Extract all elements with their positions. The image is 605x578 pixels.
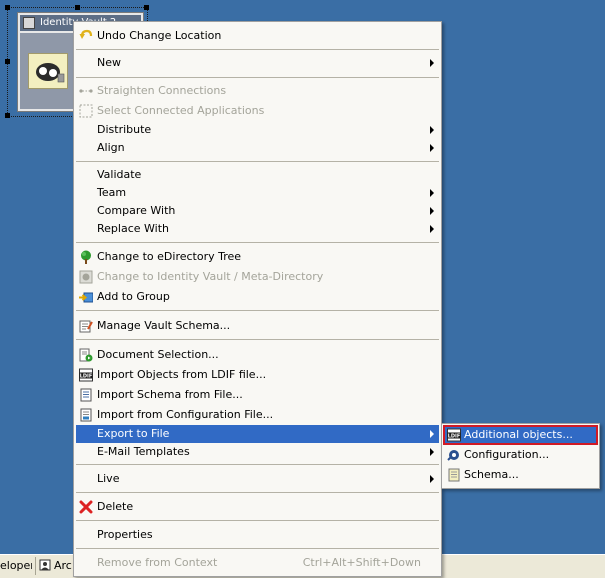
architect-icon [39,559,51,571]
menu-item-select-connected-applications[interactable]: Select Connected Applications [76,102,439,120]
menu-separator [76,548,439,549]
menu-item-distribute[interactable]: Distribute [76,121,439,139]
manage-schema-icon [79,319,93,333]
menu-separator [76,77,439,78]
menu-item-properties[interactable]: Properties [76,526,439,544]
undo-arrow-icon [79,29,93,43]
submenu-arrow-icon [430,59,434,67]
menu-item-replace-with[interactable]: Replace With [76,220,439,238]
document-selection-icon [79,348,93,362]
resize-handle[interactable] [5,113,10,118]
import-schema-icon [79,388,93,402]
menu-item-team[interactable]: Team [76,184,439,202]
menu-item-import-objects-ldif[interactable]: LDIF Import Objects from LDIF file... [76,366,439,384]
tab-architect[interactable]: Arc [35,557,77,575]
yin-yang-vault-icon [28,53,68,89]
menu-separator [76,520,439,521]
submenu-arrow-icon [430,448,434,456]
add-to-group-icon [79,290,94,304]
menu-separator [76,49,439,50]
menu-item-live[interactable]: Live [76,470,439,488]
menu-item-add-to-group[interactable]: Add to Group [76,288,439,306]
identity-vault-icon [23,17,35,29]
submenu-arrow-icon [430,475,434,483]
submenu-arrow-icon [430,144,434,152]
menu-item-change-to-identity-vault[interactable]: Change to Identity Vault / Meta-Director… [76,268,439,286]
submenu-arrow-icon [430,225,434,233]
resize-handle[interactable] [144,5,149,10]
schema-icon [447,468,461,482]
context-menu: Undo Change Location New Straighten Conn… [73,21,442,577]
tab-label: eloper [0,559,32,572]
keyboard-shortcut: Ctrl+Alt+Shift+Down [302,556,421,569]
tab-label: Arc [54,559,72,572]
menu-item-change-to-edirectory-tree[interactable]: Change to eDirectory Tree [76,248,439,266]
menu-item-document-selection[interactable]: Document Selection... [76,346,439,364]
select-box-icon [79,104,93,118]
resize-handle[interactable] [75,5,80,10]
menu-separator [76,310,439,311]
svg-text:LDIF: LDIF [80,374,93,380]
menu-separator [76,492,439,493]
menu-item-delete[interactable]: Delete [76,498,439,516]
menu-separator [76,339,439,340]
ldif-icon: LDIF [447,428,461,442]
menu-item-compare-with[interactable]: Compare With [76,202,439,220]
import-config-icon [79,408,93,422]
submenu-arrow-icon [430,126,434,134]
menu-item-configuration[interactable]: Configuration... [444,446,597,464]
identity-vault-icon [79,270,93,284]
menu-item-manage-vault-schema[interactable]: Manage Vault Schema... [76,317,439,335]
configuration-icon [447,448,461,462]
menu-item-export-to-file[interactable]: Export to File [76,425,439,443]
ldif-icon: LDIF [79,368,93,382]
menu-item-email-templates[interactable]: E-Mail Templates [76,443,439,461]
menu-separator [76,161,439,162]
menu-item-additional-objects[interactable]: LDIF Additional objects... [443,425,598,445]
menu-item-import-configuration[interactable]: Import from Configuration File... [76,406,439,424]
resize-handle[interactable] [5,5,10,10]
submenu-arrow-icon [430,430,434,438]
delete-x-icon [79,500,93,514]
menu-item-import-schema[interactable]: Import Schema from File... [76,386,439,404]
straighten-connections-icon [79,84,93,98]
menu-separator [76,242,439,243]
svg-text:LDIF: LDIF [448,434,461,440]
menu-item-remove-from-context[interactable]: Remove from Context Ctrl+Alt+Shift+Down [76,554,439,572]
menu-item-undo-change-location[interactable]: Undo Change Location [76,27,439,45]
export-to-file-submenu: LDIF Additional objects... Configuration… [441,423,600,489]
submenu-arrow-icon [430,207,434,215]
menu-separator [76,464,439,465]
resize-handle[interactable] [5,59,10,64]
menu-item-schema[interactable]: Schema... [444,466,597,484]
tab-developer[interactable]: eloper [0,557,32,575]
menu-item-straighten-connections[interactable]: Straighten Connections [76,82,439,100]
menu-item-new[interactable]: New [76,54,439,72]
tree-icon [79,250,93,264]
menu-item-align[interactable]: Align [76,139,439,157]
menu-item-validate[interactable]: Validate [76,166,439,184]
submenu-arrow-icon [430,189,434,197]
